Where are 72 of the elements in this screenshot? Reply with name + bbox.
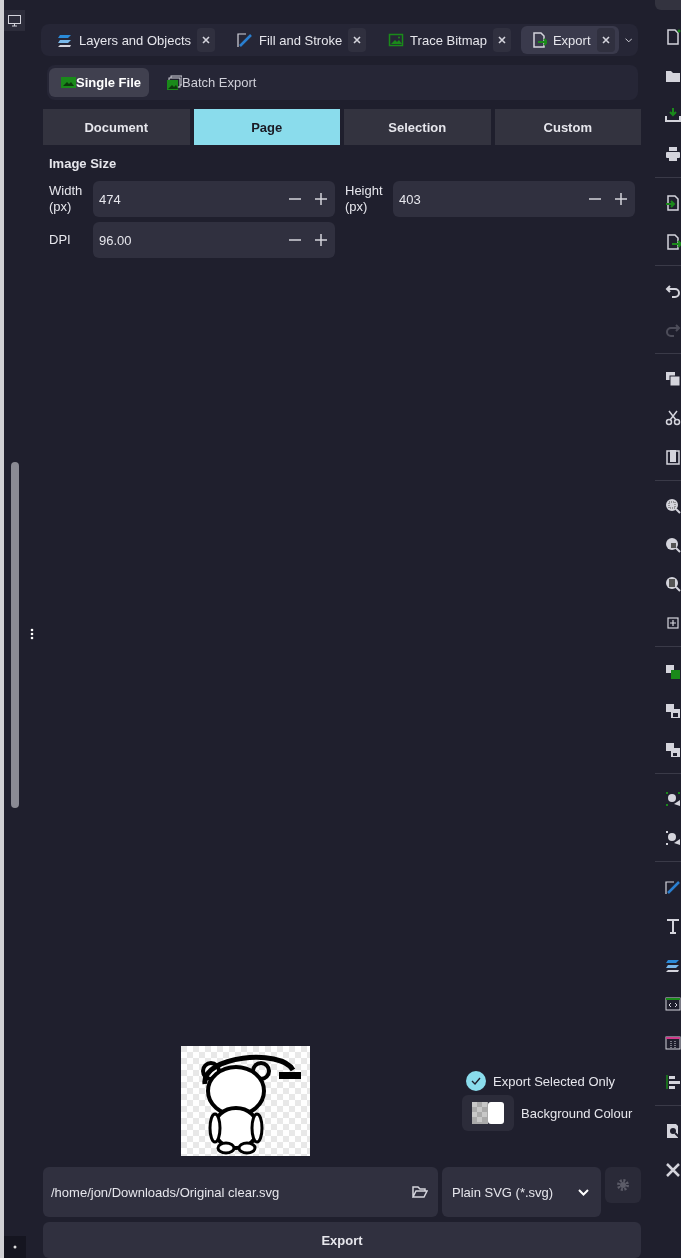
format-dropdown[interactable]: Plain SVG (*.svg)	[442, 1167, 601, 1217]
import-icon[interactable]	[665, 195, 681, 211]
area-tab[interactable]: Document	[43, 109, 190, 145]
css-editor-icon[interactable]	[665, 1035, 681, 1051]
colour-swatch-icon	[472, 1102, 504, 1124]
object-selection-icon[interactable]	[665, 830, 681, 846]
mode-tab[interactable]: Single File	[49, 68, 149, 97]
dock-tab[interactable]: Fill and Stroke	[225, 26, 371, 54]
colour-swatch-button[interactable]	[462, 1095, 514, 1131]
image-icon	[388, 32, 405, 48]
folder-icon[interactable]	[665, 68, 681, 84]
layers-icon	[57, 32, 73, 48]
checkbox-label: Export Selected Only	[493, 1073, 616, 1089]
file-path-field[interactable]: /home/jon/Downloads/Original clear.svg	[43, 1167, 438, 1217]
check-icon	[471, 1077, 481, 1085]
field-label: DPI	[49, 232, 72, 248]
close-icon[interactable]	[197, 28, 215, 52]
dot-icon	[13, 1245, 17, 1249]
export-button[interactable]: Export	[43, 1222, 641, 1258]
new-document-icon[interactable]	[665, 29, 681, 45]
xml-editor-icon[interactable]	[665, 996, 681, 1012]
scrollbar[interactable]	[11, 462, 19, 808]
close-icon[interactable]	[596, 28, 615, 52]
layers-icon[interactable]	[665, 957, 681, 973]
number-field[interactable]: 474	[93, 181, 335, 217]
align-icon[interactable]	[665, 1074, 681, 1090]
pen-icon	[237, 32, 253, 48]
close-icon[interactable]	[348, 28, 367, 52]
plus-icon[interactable]	[315, 234, 327, 246]
node-selection-icon[interactable]	[665, 791, 681, 807]
close-icon[interactable]	[492, 28, 511, 52]
images-icon	[167, 75, 182, 90]
swatch-label: Background Colour	[521, 1105, 633, 1121]
export-icon[interactable]	[665, 234, 681, 250]
zoom-center-icon[interactable]	[665, 615, 681, 631]
field-label: Height (px)	[345, 183, 384, 215]
area-tab[interactable]: Selection	[344, 109, 491, 145]
settings-button[interactable]	[605, 1167, 641, 1203]
pen-icon[interactable]	[665, 879, 681, 895]
zoom-page-icon[interactable]	[665, 576, 681, 592]
image-icon	[61, 75, 76, 90]
chevron-down-icon[interactable]	[624, 35, 632, 45]
clipboard-icon[interactable]	[665, 449, 681, 465]
group-icon[interactable]	[665, 664, 681, 680]
plus-icon[interactable]	[315, 193, 327, 205]
folder-icon[interactable]	[412, 1185, 428, 1199]
dock-tab[interactable]: Export	[520, 26, 619, 54]
document-properties-icon[interactable]	[665, 1123, 681, 1139]
scissors-icon[interactable]	[665, 410, 681, 426]
printer-icon[interactable]	[665, 146, 681, 162]
handle-icon[interactable]	[30, 628, 34, 640]
monitor-icon[interactable]	[4, 10, 25, 31]
dock-tab[interactable]: Layers and Objects	[45, 26, 219, 54]
gear-icon	[616, 1178, 630, 1192]
area-tab[interactable]: Custom	[494, 109, 641, 145]
duplicate-icon[interactable]	[665, 371, 681, 387]
export-icon	[530, 32, 547, 48]
section-title: Image Size	[49, 156, 118, 171]
dock-tab[interactable]: Trace Bitmap	[376, 26, 515, 54]
number-field[interactable]: 403	[393, 181, 635, 217]
save-icon[interactable]	[665, 107, 681, 123]
area-tab[interactable]: Page	[193, 109, 340, 145]
checkbox[interactable]	[466, 1071, 486, 1091]
zoom-drawing-icon[interactable]	[665, 537, 681, 553]
chevron-down-icon	[578, 1188, 589, 1196]
field-label: Width (px)	[49, 183, 84, 215]
undo-icon[interactable]	[665, 283, 681, 299]
number-field[interactable]: 96.00	[93, 222, 335, 258]
zoom-selection-icon[interactable]	[665, 498, 681, 514]
plus-icon[interactable]	[615, 193, 627, 205]
mode-tab[interactable]: Batch Export	[155, 68, 265, 97]
text-icon[interactable]	[665, 918, 681, 934]
